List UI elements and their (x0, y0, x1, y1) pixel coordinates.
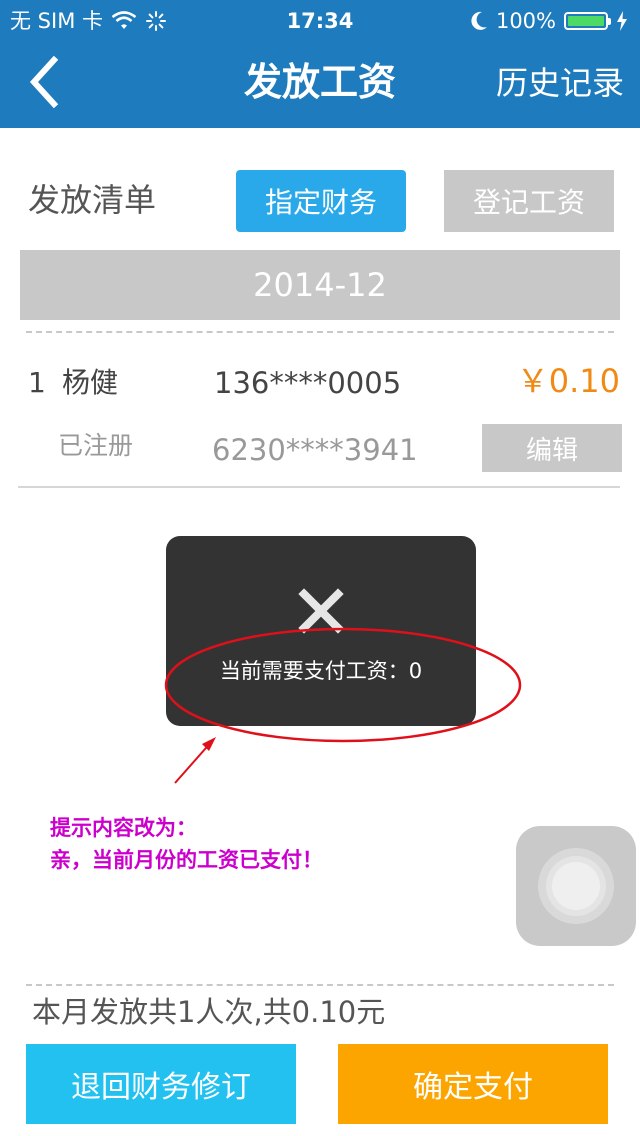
annotation-line-1: 提示内容改为： (50, 815, 197, 840)
employee-status: 已注册 (58, 431, 134, 460)
employee-amount: ￥0.10 (516, 362, 620, 400)
history-button[interactable]: 历史记录 (496, 62, 624, 104)
list-label: 发放清单 (28, 181, 157, 219)
register-salary-button[interactable]: 登记工资 (444, 170, 614, 232)
employee-index: 1 (28, 366, 46, 399)
toast-message: 当前需要支付工资：0 (219, 659, 423, 683)
status-right: 100% (470, 8, 628, 34)
top-bar: 无 SIM 卡 17:34 100% 发放工资 历史记录 (0, 0, 640, 128)
edit-button[interactable]: 编辑 (482, 424, 622, 472)
footer-dashed-divider (26, 984, 614, 986)
dashed-divider (26, 331, 614, 333)
moon-icon (471, 11, 487, 30)
row-divider (18, 486, 620, 488)
employee-card-number: 6230****3941 (212, 433, 418, 467)
battery-percent: 100% (495, 9, 556, 33)
error-toast: 当前需要支付工资：0 (166, 536, 476, 726)
close-icon (298, 588, 344, 634)
battery-icon (564, 12, 611, 30)
return-to-finance-button[interactable]: 退回财务修订 (26, 1044, 296, 1124)
employee-phone: 136****0005 (214, 366, 402, 400)
payment-summary: 本月发放共1人次,共0.10元 (32, 995, 386, 1029)
assistive-touch-button[interactable] (516, 826, 636, 946)
employee-name: 杨健 (62, 366, 119, 399)
confirm-payment-button[interactable]: 确定支付 (338, 1044, 608, 1124)
annotation-arrow (174, 737, 216, 784)
annotation-line-2: 亲，当前月份的工资已支付！ (50, 847, 323, 872)
charging-icon (617, 11, 627, 31)
period-bar: 2014-12 (20, 250, 620, 320)
assign-finance-button[interactable]: 指定财务 (236, 170, 406, 232)
